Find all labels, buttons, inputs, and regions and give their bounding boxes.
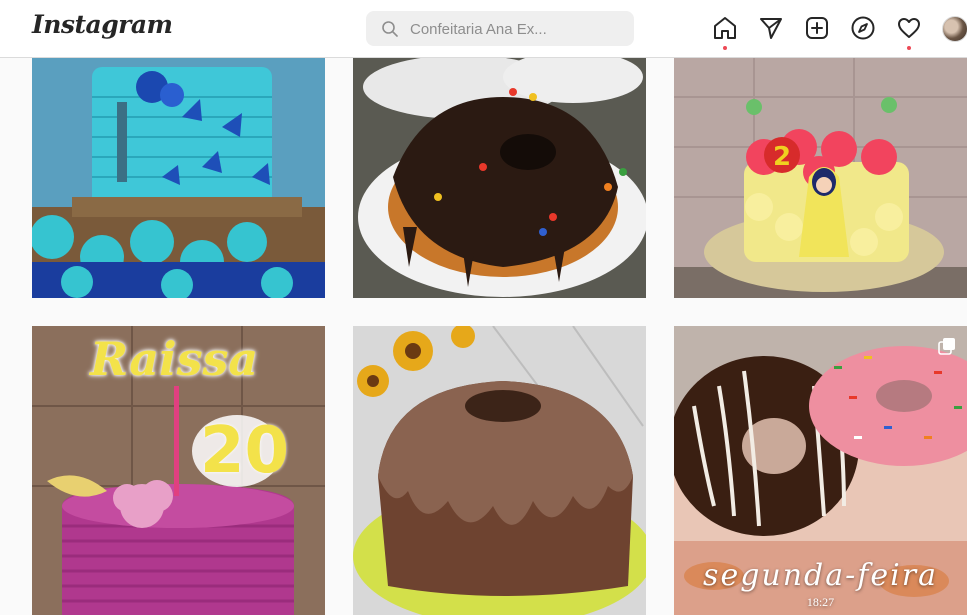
post-image-chocolate-bundt-cake bbox=[353, 57, 646, 298]
post-thumbnail-6[interactable]: segunda-feira 18:27 bbox=[674, 326, 967, 615]
post-thumbnail-4[interactable]: Raissa 20 bbox=[32, 326, 325, 615]
post-thumbnail-2[interactable] bbox=[353, 57, 646, 298]
top-navigation-bar: Instagram Confeitaria Ana Ex... bbox=[0, 0, 967, 58]
post-timestamp: 18:27 bbox=[806, 595, 835, 609]
instagram-logo[interactable]: Instagram bbox=[32, 10, 173, 39]
post-thumbnail-3[interactable]: 2 bbox=[674, 57, 967, 298]
post-image-turquoise-cake bbox=[32, 57, 325, 298]
post-thumbnail-1[interactable] bbox=[32, 57, 325, 298]
search-input[interactable]: Confeitaria Ana Ex... bbox=[410, 21, 547, 38]
post-thumbnail-5[interactable] bbox=[353, 326, 646, 615]
compass-icon bbox=[851, 16, 875, 40]
activity-button[interactable] bbox=[896, 15, 922, 50]
paper-plane-icon bbox=[760, 18, 782, 39]
home-notification-dot bbox=[723, 46, 727, 50]
search-box[interactable]: Confeitaria Ana Ex... bbox=[366, 11, 634, 46]
post-image-chocolate-cake-sunflowers bbox=[353, 326, 646, 615]
home-button[interactable] bbox=[712, 15, 738, 50]
post-image-princess-cake: 2 bbox=[674, 57, 967, 298]
heart-icon bbox=[898, 18, 920, 38]
activity-notification-dot bbox=[907, 46, 911, 50]
cake-topper-number: 20 bbox=[200, 414, 290, 488]
post-caption: segunda-feira bbox=[703, 558, 938, 593]
plus-square-icon bbox=[806, 17, 828, 39]
multiple-photos-icon bbox=[938, 338, 955, 355]
home-icon bbox=[714, 17, 736, 39]
search-icon bbox=[382, 21, 398, 37]
cake-topper-name: Raissa bbox=[90, 332, 259, 386]
cake-topper-number: 2 bbox=[773, 142, 791, 172]
new-post-button[interactable] bbox=[804, 15, 830, 41]
explore-button[interactable] bbox=[850, 15, 876, 41]
profile-avatar[interactable] bbox=[942, 16, 967, 42]
direct-messages-button[interactable] bbox=[758, 15, 784, 41]
